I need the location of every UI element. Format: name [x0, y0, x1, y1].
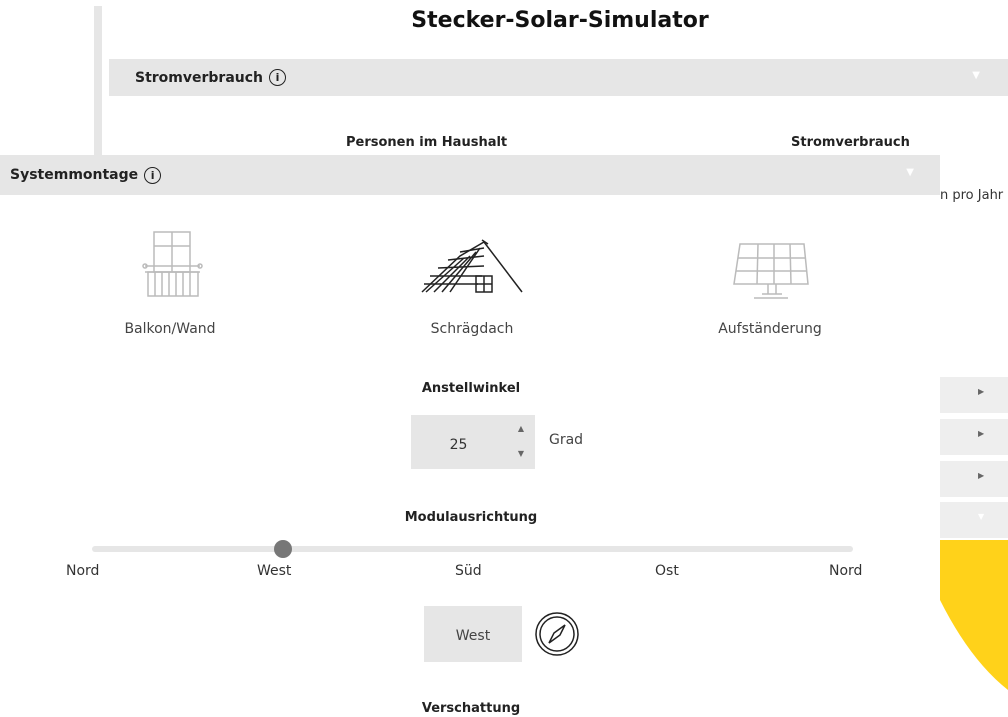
accordion-stromverbrauch-label: Stromverbrauch	[135, 69, 264, 86]
angle-value[interactable]: 25	[411, 415, 506, 469]
orientation-value-box: West	[424, 606, 522, 662]
balcony-option-label[interactable]: Balkon/Wand	[70, 321, 270, 337]
chevron-down-icon: ▼	[978, 512, 985, 521]
verschattung-label: Verschattung	[421, 701, 521, 716]
orientation-slider-track[interactable]	[92, 546, 853, 552]
pitched-roof-option-label[interactable]: Schrägdach	[372, 321, 572, 337]
chevron-down-icon: ▼	[972, 70, 980, 81]
col-personen-label: Personen im Haushalt	[346, 135, 508, 150]
col-stromverbrauch-label: Stromverbrauch	[791, 135, 910, 150]
solar-stand-icon	[733, 243, 809, 299]
balcony-option[interactable]	[130, 228, 210, 300]
orientation-slider-thumb[interactable]	[274, 540, 292, 558]
angle-stepper[interactable]: 25 ▲ ▼	[411, 415, 535, 469]
compass-icon	[535, 612, 579, 656]
angle-unit: Grad	[549, 432, 584, 448]
annual-consumption-text: n pro Jahr	[940, 188, 1004, 203]
accordion-stromverbrauch[interactable]: Stromverbrauch i ▼	[109, 59, 1008, 96]
accordion-systemmontage-label: Systemmontage	[10, 167, 139, 183]
stepper-up-icon[interactable]: ▲	[518, 424, 524, 433]
modulausrichtung-label: Modulausrichtung	[404, 510, 538, 525]
anstellwinkel-label: Anstellwinkel	[421, 381, 521, 396]
info-icon[interactable]: i	[144, 166, 162, 184]
accordion-systemmontage[interactable]: Systemmontage i ▼	[0, 155, 940, 195]
chevron-right-icon: ▶	[978, 387, 985, 396]
yield-chart-fragment	[940, 540, 1008, 690]
tick-label-west: West	[257, 563, 292, 579]
right-panel-toggle-3[interactable]: ▶	[940, 461, 1008, 497]
tick-label-nord: Nord	[66, 563, 100, 579]
info-icon[interactable]: i	[269, 69, 287, 86]
right-panel-toggle-1[interactable]: ▶	[940, 377, 1008, 413]
tick-label-nord-2: Nord	[829, 563, 863, 579]
page-title: Stecker-Solar-Simulator	[411, 8, 709, 33]
tick-label-sued: Süd	[455, 563, 482, 579]
balcony-icon	[142, 231, 203, 297]
pitched-roof-option[interactable]	[420, 236, 524, 300]
right-panel-toggle-2[interactable]: ▶	[940, 419, 1008, 455]
chevron-right-icon: ▶	[978, 429, 985, 438]
tick-label-ost: Ost	[655, 563, 679, 579]
solar-stand-option[interactable]	[730, 240, 810, 302]
chevron-down-icon: ▼	[906, 167, 914, 178]
pitched-roof-icon	[421, 239, 523, 293]
compass-button[interactable]	[534, 611, 580, 657]
right-panel-toggle-4[interactable]: ▼	[940, 502, 1008, 538]
stepper-down-icon[interactable]: ▼	[518, 449, 524, 458]
solar-stand-option-label[interactable]: Aufständerung	[670, 321, 870, 337]
chevron-right-icon: ▶	[978, 471, 985, 480]
